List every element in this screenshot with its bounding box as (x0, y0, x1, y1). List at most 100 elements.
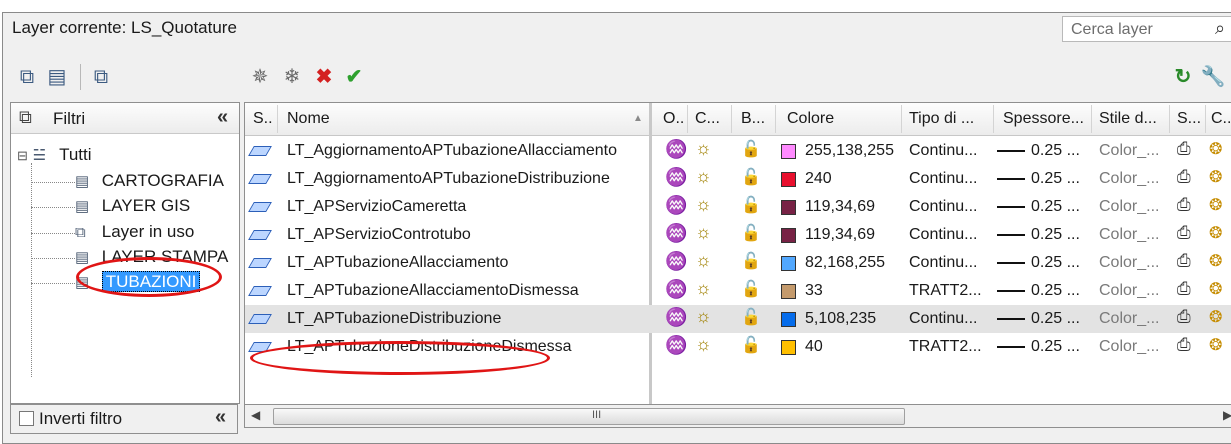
unlocked-padlock-icon[interactable]: 🔓 (741, 307, 761, 327)
new-group-filter-icon[interactable]: ▤ (44, 64, 70, 90)
layer-plotstyle[interactable]: Color_... (1099, 254, 1159, 272)
layer-plotstyle[interactable]: Color_... (1099, 226, 1159, 244)
collapse-filter-panel-button[interactable]: « (217, 106, 228, 129)
layer-lineweight[interactable]: 0.25 ... (997, 310, 1080, 328)
layer-lineweight[interactable]: 0.25 ... (997, 338, 1080, 356)
tree-root-tutti[interactable]: ⊟ ☱ Tutti (17, 145, 92, 165)
sun-thawed-icon[interactable]: ☼ (695, 250, 712, 271)
layer-name[interactable]: LT_AggiornamentoAPTubazioneAllacciamento (287, 142, 617, 160)
printer-icon[interactable]: ⎙ (1177, 195, 1191, 215)
layer-name[interactable]: LT_APTubazioneAllacciamentoDismessa (287, 282, 579, 300)
scroll-left-icon[interactable]: ◀ (251, 408, 260, 422)
layer-name[interactable]: LT_APServizioControtubo (287, 226, 471, 244)
printer-icon[interactable]: ⎙ (1177, 279, 1191, 299)
column-separator[interactable] (1091, 105, 1092, 133)
sun-thawed-icon[interactable]: ☼ (695, 278, 712, 299)
color-swatch[interactable] (781, 200, 796, 215)
unlocked-padlock-icon[interactable]: 🔓 (741, 279, 761, 299)
layer-lineweight[interactable]: 0.25 ... (997, 198, 1080, 216)
unlocked-padlock-icon[interactable]: 🔓 (741, 335, 761, 355)
table-row[interactable]: LT_AggiornamentoAPTubazioneDistribuzione… (245, 165, 1231, 193)
layer-linetype[interactable]: Continu... (909, 310, 977, 328)
color-swatch[interactable] (781, 340, 796, 355)
lightbulb-on-icon[interactable]: ♒ (665, 251, 687, 272)
sun-thawed-icon[interactable]: ☼ (695, 194, 712, 215)
layer-linetype[interactable]: TRATT2... (909, 282, 982, 300)
layer-color-value[interactable]: 119,34,69 (805, 198, 875, 216)
search-layer-input[interactable]: Cerca layer ⌕ (1062, 16, 1231, 42)
lightbulb-on-icon[interactable]: ♒ (665, 279, 687, 300)
column-on[interactable]: O.. (663, 110, 684, 128)
column-freeze[interactable]: C... (695, 110, 720, 128)
layer-linetype[interactable]: TRATT2... (909, 338, 982, 356)
column-plot[interactable]: S... (1177, 110, 1201, 128)
column-lineweight[interactable]: Spessore... (1003, 110, 1084, 128)
column-plotstyle[interactable]: Stile d... (1099, 110, 1157, 128)
layer-linetype[interactable]: Continu... (909, 198, 977, 216)
column-separator[interactable] (687, 105, 688, 133)
layer-color-value[interactable]: 82,168,255 (805, 254, 885, 272)
new-vp-freeze-icon[interactable]: ❂ (1209, 251, 1222, 271)
printer-icon[interactable]: ⎙ (1177, 139, 1191, 159)
table-row[interactable]: LT_APTubazioneAllacciamento ♒ ☼ 🔓 82,168,255… (245, 249, 1231, 277)
search-icon[interactable]: ⌕ (1215, 18, 1225, 39)
color-swatch[interactable] (781, 172, 796, 187)
layer-lineweight[interactable]: 0.25 ... (997, 254, 1080, 272)
column-separator[interactable] (731, 105, 732, 133)
color-swatch[interactable] (781, 144, 796, 159)
layer-name[interactable]: LT_APTubazioneDistribuzione (287, 310, 501, 328)
layer-linetype[interactable]: Continu... (909, 142, 977, 160)
layer-color-value[interactable]: 255,138,255 (805, 142, 894, 160)
table-row[interactable]: LT_AggiornamentoAPTubazioneAllacciamento… (245, 137, 1231, 165)
column-new-vp-freeze[interactable]: C.. (1211, 110, 1231, 128)
sun-thawed-icon[interactable]: ☼ (695, 334, 712, 355)
layer-plotstyle[interactable]: Color_... (1099, 170, 1159, 188)
new-vp-freeze-icon[interactable]: ❂ (1209, 307, 1222, 327)
lightbulb-on-icon[interactable]: ♒ (665, 307, 687, 328)
filter-item-layer-gis[interactable]: ▤ LAYER GIS (75, 196, 190, 216)
table-row[interactable]: LT_APTubazioneDistribuzione ♒ ☼ 🔓 5,108,235 C… (245, 305, 1231, 333)
printer-icon[interactable]: ⎙ (1177, 307, 1191, 327)
refresh-icon[interactable]: ↻ (1170, 64, 1196, 90)
scroll-right-icon[interactable]: ▶ (1223, 408, 1231, 422)
layer-plotstyle[interactable]: Color_... (1099, 198, 1159, 216)
filter-item-layer-in-uso[interactable]: ⧉ Layer in uso (75, 222, 194, 242)
column-color[interactable]: Colore (787, 110, 834, 128)
sun-thawed-icon[interactable]: ☼ (695, 222, 712, 243)
printer-icon[interactable]: ⎙ (1177, 335, 1191, 355)
layer-name[interactable]: LT_AggiornamentoAPTubazioneDistribuzione (287, 170, 610, 188)
new-vp-freeze-icon[interactable]: ❂ (1209, 139, 1222, 159)
delete-layer-icon[interactable]: ✖ (310, 64, 338, 90)
layer-linetype[interactable]: Continu... (909, 170, 977, 188)
sun-thawed-icon[interactable]: ☼ (695, 138, 712, 159)
column-separator[interactable] (993, 105, 994, 133)
layer-plotstyle[interactable]: Color_... (1099, 142, 1159, 160)
layer-color-value[interactable]: 240 (805, 170, 832, 188)
layer-color-value[interactable]: 119,34,69 (805, 226, 875, 244)
set-current-icon[interactable]: ✔ (340, 64, 368, 90)
column-name[interactable]: Nome (287, 110, 330, 128)
layer-color-value[interactable]: 40 (805, 338, 823, 356)
color-swatch[interactable] (781, 312, 796, 327)
new-vp-freeze-icon[interactable]: ❂ (1209, 167, 1222, 187)
filter-item-cartografia[interactable]: ▤ CARTOGRAFIA (75, 171, 224, 191)
color-swatch[interactable] (781, 284, 796, 299)
unlocked-padlock-icon[interactable]: 🔓 (741, 223, 761, 243)
new-property-filter-icon[interactable]: ⧉ (14, 64, 40, 90)
new-vp-freeze-icon[interactable]: ❂ (1209, 195, 1222, 215)
layer-plotstyle[interactable]: Color_... (1099, 310, 1159, 328)
color-swatch[interactable] (781, 228, 796, 243)
layer-linetype[interactable]: Continu... (909, 254, 977, 272)
table-row[interactable]: LT_APServizioCameretta ♒ ☼ 🔓 119,34,69 Contin… (245, 193, 1231, 221)
new-vp-freeze-icon[interactable]: ❂ (1209, 335, 1222, 355)
column-separator[interactable] (1205, 105, 1206, 133)
collapse-tree-icon[interactable]: ⊟ (17, 148, 28, 163)
column-separator[interactable] (901, 105, 902, 133)
unlocked-padlock-icon[interactable]: 🔓 (741, 195, 761, 215)
column-separator[interactable] (277, 105, 278, 133)
layer-lineweight[interactable]: 0.25 ... (997, 226, 1080, 244)
unlocked-padlock-icon[interactable]: 🔓 (741, 251, 761, 271)
column-separator[interactable] (775, 105, 776, 133)
scrollbar-thumb[interactable]: III (273, 408, 905, 425)
layer-plotstyle[interactable]: Color_... (1099, 338, 1159, 356)
